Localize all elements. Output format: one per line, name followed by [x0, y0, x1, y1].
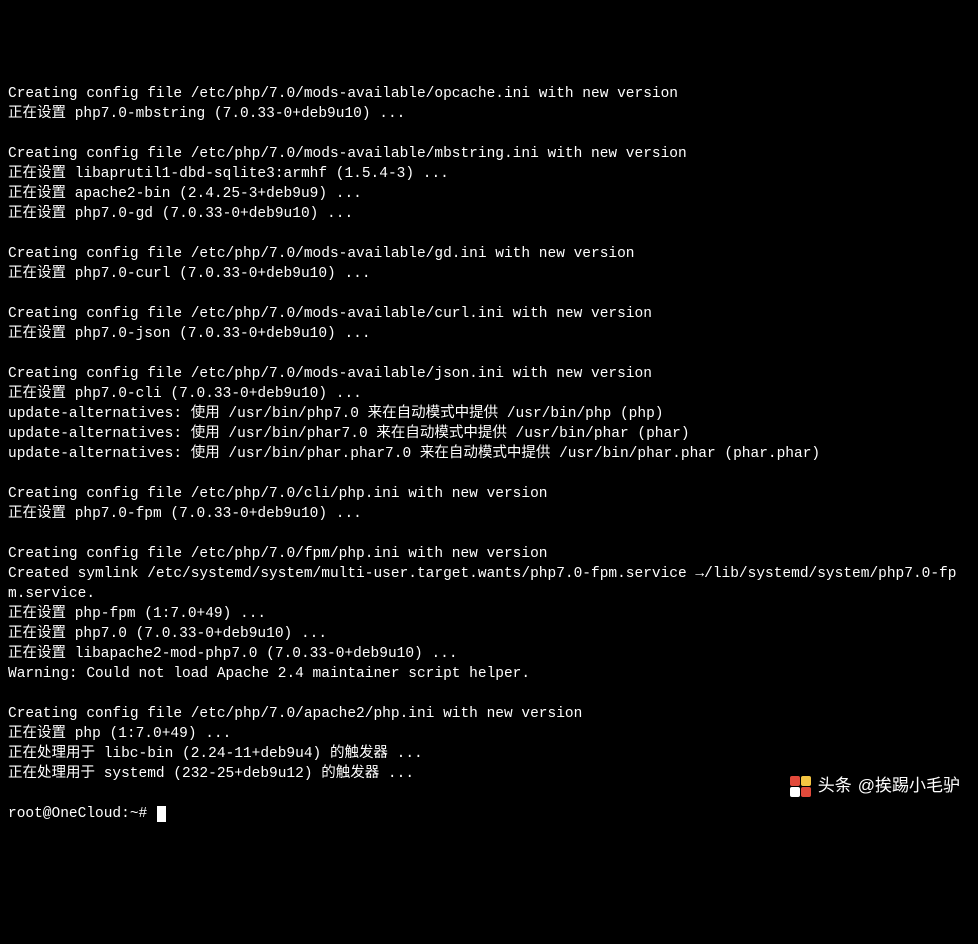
terminal-line: 正在设置 php7.0-cli (7.0.33-0+deb9u10) ...	[8, 384, 970, 404]
terminal-line: Creating config file /etc/php/7.0/cli/ph…	[8, 484, 970, 504]
terminal-line	[8, 344, 970, 364]
terminal-line: Creating config file /etc/php/7.0/mods-a…	[8, 144, 970, 164]
terminal-line	[8, 224, 970, 244]
terminal-line: 正在设置 php7.0-json (7.0.33-0+deb9u10) ...	[8, 324, 970, 344]
terminal-line: update-alternatives: 使用 /usr/bin/phar.ph…	[8, 444, 970, 464]
terminal-line: 正在设置 libapache2-mod-php7.0 (7.0.33-0+deb…	[8, 644, 970, 664]
terminal-line: Warning: Could not load Apache 2.4 maint…	[8, 664, 970, 684]
terminal-line: 正在设置 apache2-bin (2.4.25-3+deb9u9) ...	[8, 184, 970, 204]
terminal-line	[8, 124, 970, 144]
terminal-line: 正在设置 php7.0-curl (7.0.33-0+deb9u10) ...	[8, 264, 970, 284]
terminal-line: Creating config file /etc/php/7.0/mods-a…	[8, 304, 970, 324]
terminal-cursor	[157, 806, 166, 822]
terminal-prompt-line[interactable]: root@OneCloud:~#	[8, 806, 166, 822]
terminal-line: 正在处理用于 libc-bin (2.24-11+deb9u4) 的触发器 ..…	[8, 744, 970, 764]
watermark: 头条 @挨踢小毛驴	[790, 775, 960, 797]
watermark-logo-icon	[790, 775, 812, 797]
terminal-line: Creating config file /etc/php/7.0/mods-a…	[8, 84, 970, 104]
terminal-prompt: root@OneCloud:~#	[8, 806, 147, 822]
terminal-line: update-alternatives: 使用 /usr/bin/php7.0 …	[8, 404, 970, 424]
terminal-line	[8, 284, 970, 304]
terminal-line	[8, 524, 970, 544]
terminal-line	[8, 684, 970, 704]
terminal-line: 正在设置 php7.0-fpm (7.0.33-0+deb9u10) ...	[8, 504, 970, 524]
terminal-line: 正在设置 php-fpm (1:7.0+49) ...	[8, 604, 970, 624]
terminal-line: Created symlink /etc/systemd/system/mult…	[8, 564, 970, 604]
terminal-line: Creating config file /etc/php/7.0/fpm/ph…	[8, 544, 970, 564]
terminal-line: 正在设置 php7.0-mbstring (7.0.33-0+deb9u10) …	[8, 104, 970, 124]
terminal-line: Creating config file /etc/php/7.0/mods-a…	[8, 244, 970, 264]
terminal-output[interactable]: Creating config file /etc/php/7.0/mods-a…	[8, 84, 970, 784]
terminal-line: 正在设置 php (1:7.0+49) ...	[8, 724, 970, 744]
terminal-line: 正在设置 php7.0-gd (7.0.33-0+deb9u10) ...	[8, 204, 970, 224]
watermark-prefix: 头条	[818, 776, 852, 796]
terminal-line: update-alternatives: 使用 /usr/bin/phar7.0…	[8, 424, 970, 444]
terminal-line: 正在设置 php7.0 (7.0.33-0+deb9u10) ...	[8, 624, 970, 644]
terminal-line	[8, 464, 970, 484]
terminal-line: 正在设置 libaprutil1-dbd-sqlite3:armhf (1.5.…	[8, 164, 970, 184]
terminal-line: Creating config file /etc/php/7.0/apache…	[8, 704, 970, 724]
watermark-handle: @挨踢小毛驴	[858, 776, 960, 796]
terminal-line: Creating config file /etc/php/7.0/mods-a…	[8, 364, 970, 384]
